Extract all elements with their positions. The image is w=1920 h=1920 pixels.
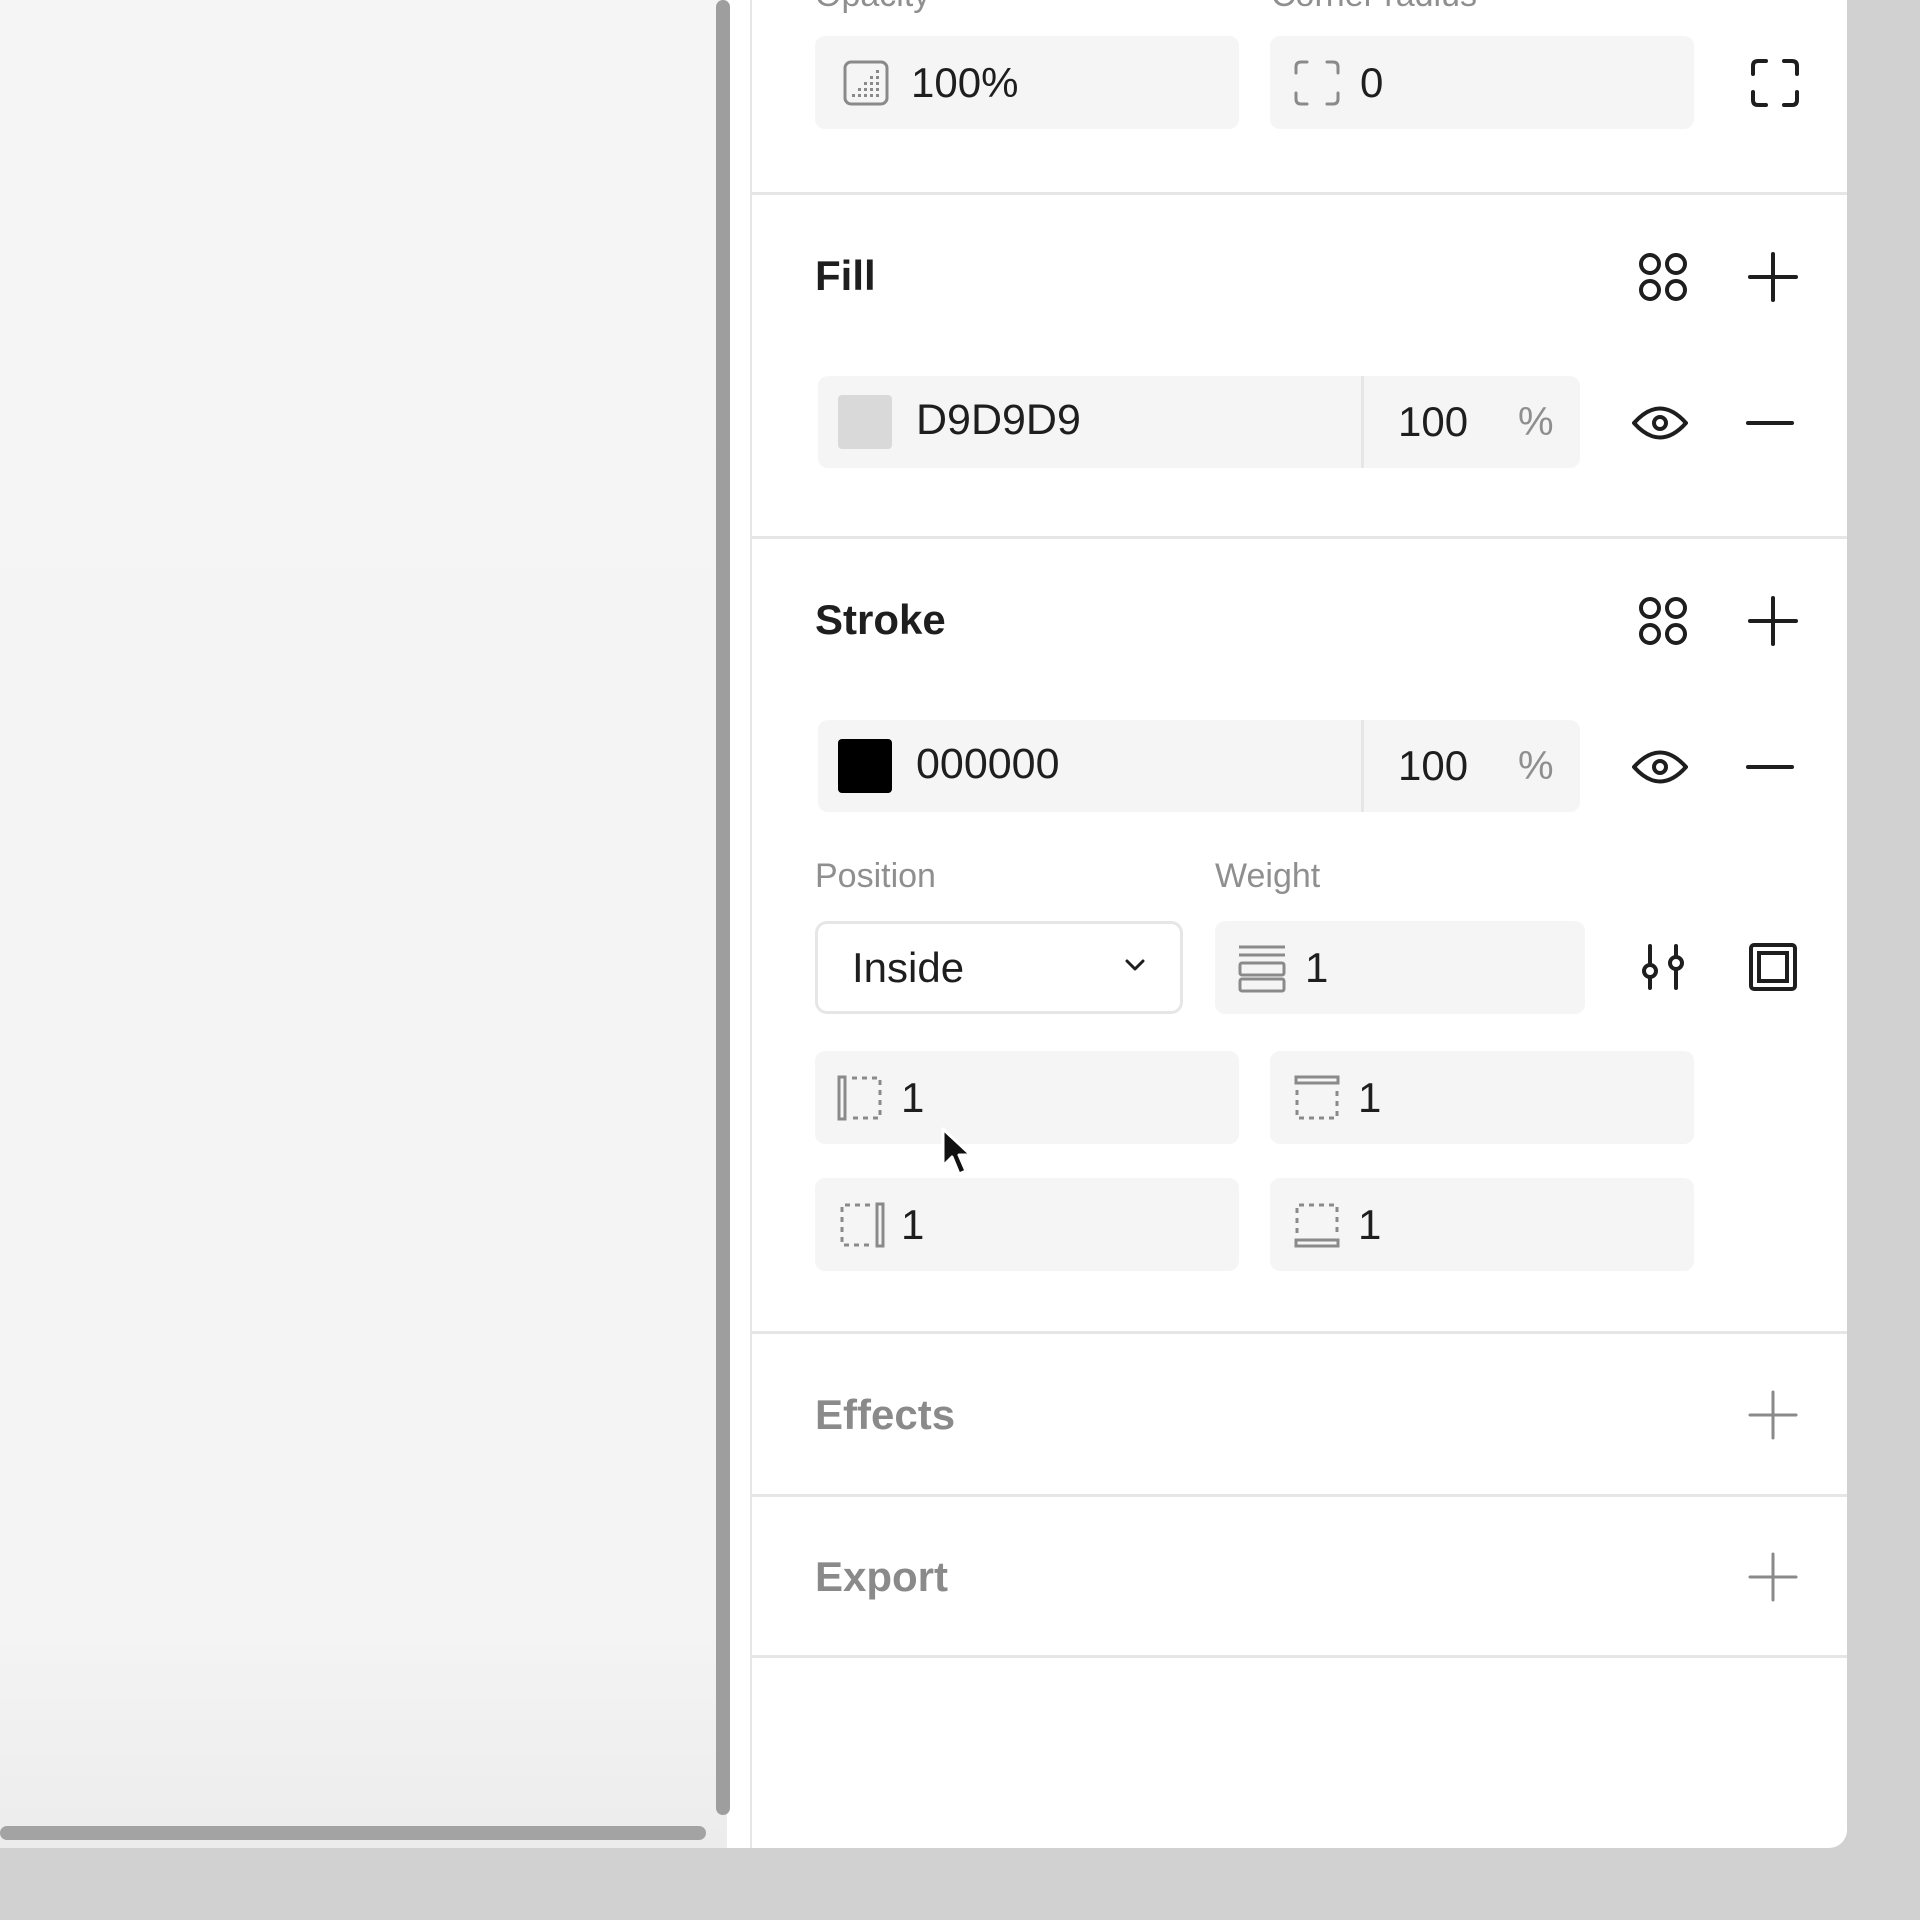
section-separator — [750, 1494, 1847, 1497]
export-title: Export — [815, 1553, 949, 1600]
corner-radius-value: 0 — [1360, 58, 1384, 106]
opacity-icon — [841, 60, 891, 106]
field-split — [1361, 720, 1364, 812]
add-export-button[interactable] — [1738, 1542, 1808, 1612]
stroke-right-value: 1 — [901, 1200, 925, 1248]
stroke-weight-icon — [1237, 943, 1287, 993]
panel-gutter — [730, 0, 750, 1848]
stroke-right-field[interactable]: 1 — [815, 1178, 1239, 1271]
fill-visibility-toggle[interactable] — [1625, 388, 1695, 458]
section-separator — [750, 192, 1847, 195]
style-grid-icon[interactable] — [1628, 242, 1698, 312]
add-stroke-button[interactable] — [1738, 586, 1808, 656]
fill-hex-value[interactable]: D9D9D9 — [916, 396, 1081, 445]
add-effect-button[interactable] — [1738, 1380, 1808, 1450]
stroke-color-swatch[interactable] — [838, 739, 892, 793]
plus-icon — [1748, 596, 1798, 646]
individual-strokes-button[interactable] — [1738, 932, 1808, 1002]
stroke-left-value: 1 — [901, 1073, 925, 1121]
section-separator — [750, 1331, 1847, 1334]
plus-icon — [1748, 1552, 1798, 1602]
individual-strokes-icon — [1749, 943, 1797, 991]
position-label: Position — [815, 857, 936, 895]
corner-radius-label: Corner radius — [1271, 0, 1477, 15]
stroke-percent-sign: % — [1518, 744, 1554, 788]
stroke-hex-value[interactable]: 000000 — [916, 740, 1060, 789]
stroke-visibility-toggle[interactable] — [1625, 732, 1695, 802]
stroke-settings-button[interactable] — [1628, 932, 1698, 1002]
stroke-opacity-value[interactable]: 100 — [1398, 742, 1468, 790]
opacity-label: Opacity — [815, 0, 930, 15]
stroke-top-value: 1 — [1358, 1073, 1382, 1121]
section-separator — [750, 1655, 1847, 1658]
stroke-weight-field[interactable]: 1 — [1215, 921, 1585, 1014]
weight-value: 1 — [1305, 943, 1329, 991]
stroke-bottom-icon — [1292, 1201, 1342, 1249]
remove-stroke-button[interactable] — [1735, 732, 1805, 802]
app-window: Opacity Corner radius 100% — [0, 0, 1847, 1848]
chevron-down-icon — [1124, 958, 1146, 972]
corner-radius-icon — [1292, 59, 1342, 107]
stroke-style-grid-icon[interactable] — [1628, 586, 1698, 656]
add-fill-button[interactable] — [1738, 242, 1808, 312]
design-canvas[interactable] — [0, 0, 727, 1848]
stroke-title: Stroke — [815, 596, 946, 643]
stroke-top-field[interactable]: 1 — [1270, 1051, 1694, 1144]
independent-corners-icon[interactable] — [1740, 48, 1810, 118]
stroke-bottom-value: 1 — [1358, 1200, 1382, 1248]
stroke-position-dropdown[interactable]: Inside — [815, 921, 1183, 1014]
position-value: Inside — [852, 943, 965, 991]
eye-icon — [1632, 750, 1688, 784]
field-split — [1361, 376, 1364, 468]
mouse-cursor-icon — [940, 1126, 976, 1180]
stroke-top-icon — [1292, 1074, 1342, 1122]
horizontal-scrollbar[interactable] — [0, 1826, 706, 1840]
plus-icon — [1748, 252, 1798, 302]
fill-title: Fill — [815, 252, 876, 299]
stroke-left-icon — [835, 1074, 885, 1122]
minus-icon — [1746, 765, 1794, 769]
fill-percent-sign: % — [1518, 400, 1554, 444]
panel-divider — [750, 0, 752, 1848]
eye-icon — [1632, 406, 1688, 440]
stroke-bottom-field[interactable]: 1 — [1270, 1178, 1694, 1271]
fill-opacity-value[interactable]: 100 — [1398, 398, 1468, 446]
opacity-field[interactable]: 100% — [815, 36, 1239, 129]
stroke-right-icon — [837, 1201, 887, 1249]
minus-icon — [1746, 421, 1794, 425]
section-separator — [750, 536, 1847, 539]
vertical-scrollbar[interactable] — [716, 0, 730, 1815]
fill-color-swatch[interactable] — [838, 395, 892, 449]
opacity-value: 100% — [911, 58, 1019, 106]
plus-icon — [1748, 1390, 1798, 1440]
effects-title: Effects — [815, 1391, 956, 1438]
sliders-icon — [1642, 944, 1684, 990]
stroke-left-field[interactable]: 1 — [815, 1051, 1239, 1144]
remove-fill-button[interactable] — [1735, 388, 1805, 458]
corner-radius-field[interactable]: 0 — [1270, 36, 1694, 129]
weight-label: Weight — [1215, 857, 1321, 895]
